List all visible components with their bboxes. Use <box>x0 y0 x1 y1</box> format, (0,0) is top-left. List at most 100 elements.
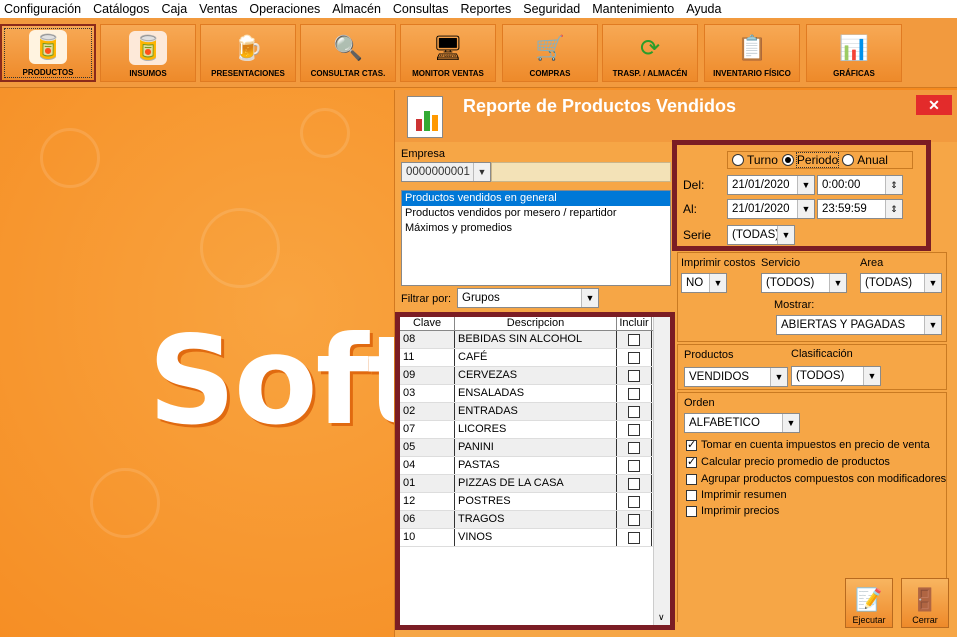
al-date-picker[interactable]: 21/01/2020 ▼ <box>727 199 815 219</box>
menu-bar: Configuración Catálogos Caja Ventas Oper… <box>0 0 957 18</box>
check-precios[interactable]: Imprimir precios <box>686 505 779 517</box>
include-checkbox[interactable] <box>628 370 640 382</box>
area-label: Area <box>860 257 884 269</box>
menu-reportes[interactable]: Reportes <box>456 0 519 18</box>
table-row[interactable]: 09 CERVEZAS <box>400 367 670 385</box>
checkbox[interactable] <box>686 455 697 468</box>
empresa-name-field[interactable] <box>491 162 671 182</box>
serie-value: (TODAS) <box>732 229 780 241</box>
servicio-value: (TODOS) <box>766 277 815 289</box>
chevron-down-icon: ▼ <box>924 316 941 334</box>
insumos-button[interactable]: 🥫 INSUMOS <box>100 24 196 82</box>
include-checkbox[interactable] <box>628 424 640 436</box>
cell-clave: 03 <box>400 385 455 402</box>
table-row[interactable]: 01 PIZZAS DE LA CASA <box>400 475 670 493</box>
inventario-fisico-button[interactable]: 📋 INVENTARIO FÍSICO <box>704 24 800 82</box>
table-row[interactable]: 05 PANINI <box>400 439 670 457</box>
periodo-radio[interactable]: Periodo <box>781 152 840 168</box>
include-checkbox[interactable] <box>628 442 640 454</box>
del-date-picker[interactable]: 21/01/2020 ▼ <box>727 175 815 195</box>
header-clave[interactable]: Clave <box>400 317 455 330</box>
table-row[interactable]: 08 BEBIDAS SIN ALCOHOL <box>400 331 670 349</box>
include-checkbox[interactable] <box>628 352 640 364</box>
orden-select[interactable]: ALFABETICO ▼ <box>684 413 800 433</box>
report-type-item[interactable]: Máximos y promedios <box>402 221 670 236</box>
report-type-list[interactable]: Productos vendidos en general Productos … <box>401 190 671 286</box>
presentaciones-button[interactable]: 🍺 PRESENTACIONES <box>200 24 296 82</box>
include-checkbox[interactable] <box>628 406 640 418</box>
execute-icon: 📝 <box>855 587 883 612</box>
cell-descripcion: CAFÉ <box>455 349 617 366</box>
productos-value: VENDIDOS <box>689 371 750 383</box>
header-incluir[interactable]: Incluir <box>617 317 652 330</box>
checkbox[interactable] <box>686 505 697 517</box>
table-row[interactable]: 04 PASTAS <box>400 457 670 475</box>
check-precio-promedio[interactable]: Calcular precio promedio de productos <box>686 455 890 468</box>
check-precios-label: Imprimir precios <box>701 505 780 517</box>
turno-radio[interactable]: Turno <box>732 153 778 167</box>
report-icon <box>407 96 443 138</box>
close-icon[interactable]: ✕ <box>916 95 952 115</box>
execute-button[interactable]: 📝 Ejecutar <box>845 578 893 628</box>
table-row[interactable]: 02 ENTRADAS <box>400 403 670 421</box>
monitor-ventas-button[interactable]: 🖥 MONITOR VENTAS <box>400 24 496 82</box>
menu-configuracion[interactable]: Configuración <box>2 0 88 18</box>
checkbox[interactable] <box>686 438 697 451</box>
check-impuestos[interactable]: Tomar en cuenta impuestos en precio de v… <box>686 438 930 451</box>
check-resumen[interactable]: Imprimir resumen <box>686 489 787 501</box>
menu-mantenimiento[interactable]: Mantenimiento <box>587 0 681 18</box>
include-checkbox[interactable] <box>628 460 640 472</box>
table-row[interactable]: 12 POSTRES <box>400 493 670 511</box>
clasificacion-select[interactable]: (TODOS) ▼ <box>791 366 881 386</box>
consultar-ctas-button[interactable]: 🔍 CONSULTAR CTAS. <box>300 24 396 82</box>
servicio-select[interactable]: (TODOS) ▼ <box>761 273 847 293</box>
table-row[interactable]: 07 LICORES <box>400 421 670 439</box>
imprimir-costos-select[interactable]: NO ▼ <box>681 273 727 293</box>
checkbox[interactable] <box>686 473 697 485</box>
menu-caja[interactable]: Caja <box>156 0 194 18</box>
menu-ventas[interactable]: Ventas <box>194 0 244 18</box>
include-checkbox[interactable] <box>628 334 640 346</box>
traspaso-almacen-button[interactable]: ⟳ TRASP. / ALMACÉN <box>602 24 698 82</box>
cell-clave: 09 <box>400 367 455 384</box>
include-checkbox[interactable] <box>628 496 640 508</box>
table-row[interactable]: 06 TRAGOS <box>400 511 670 529</box>
del-time-stepper[interactable]: 0:00:00 ⇕ <box>817 175 903 195</box>
menu-operaciones[interactable]: Operaciones <box>244 0 327 18</box>
productos-button[interactable]: 🥫 PRODUCTOS <box>0 24 96 82</box>
graficas-button[interactable]: 📊 GRÁFICAS <box>806 24 902 82</box>
cell-clave: 04 <box>400 457 455 474</box>
menu-almacen[interactable]: Almacén <box>327 0 388 18</box>
exit-door-icon: 🚪 <box>911 587 939 612</box>
include-checkbox[interactable] <box>628 388 640 400</box>
filtrar-select[interactable]: Grupos ▼ <box>457 288 599 308</box>
report-type-item[interactable]: Productos vendidos en general <box>402 191 670 206</box>
include-checkbox[interactable] <box>628 478 640 490</box>
menu-consultas[interactable]: Consultas <box>388 0 456 18</box>
checkbox[interactable] <box>686 489 697 501</box>
compras-button[interactable]: 🛒 COMPRAS <box>502 24 598 82</box>
area-select[interactable]: (TODAS) ▼ <box>860 273 942 293</box>
table-row[interactable]: 11 CAFÉ <box>400 349 670 367</box>
check-agrupar[interactable]: Agrupar productos compuestos con modific… <box>686 473 946 485</box>
report-type-item[interactable]: Productos vendidos por mesero / repartid… <box>402 206 670 221</box>
serie-select[interactable]: (TODAS) ▼ <box>727 225 795 245</box>
cell-incluir <box>617 457 652 474</box>
close-button[interactable]: 🚪 Cerrar <box>901 578 949 628</box>
empresa-select[interactable]: 0000000001 ▼ <box>401 162 491 182</box>
table-row[interactable]: 10 VINOS <box>400 529 670 547</box>
grid-scrollbar[interactable]: ∨ <box>653 317 670 625</box>
menu-ayuda[interactable]: Ayuda <box>681 0 728 18</box>
mostrar-select[interactable]: ABIERTAS Y PAGADAS ▼ <box>776 315 942 335</box>
header-descripcion[interactable]: Descripcion <box>455 317 617 330</box>
menu-catalogos[interactable]: Catálogos <box>88 0 156 18</box>
cell-descripcion: PANINI <box>455 439 617 456</box>
include-checkbox[interactable] <box>628 514 640 526</box>
menu-seguridad[interactable]: Seguridad <box>518 0 587 18</box>
include-checkbox[interactable] <box>628 532 640 544</box>
productos-select[interactable]: VENDIDOS ▼ <box>684 367 788 387</box>
chevron-down-icon[interactable]: ∨ <box>658 612 665 623</box>
al-time-stepper[interactable]: 23:59:59 ⇕ <box>817 199 903 219</box>
table-row[interactable]: 03 ENSALADAS <box>400 385 670 403</box>
anual-radio[interactable]: Anual <box>842 153 888 167</box>
